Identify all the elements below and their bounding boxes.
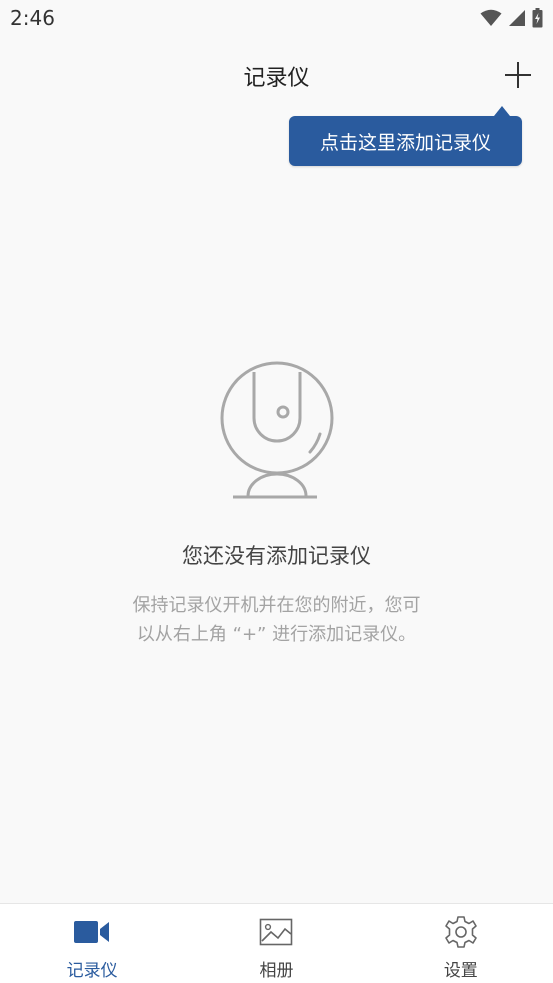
battery-charging-icon: [532, 8, 543, 28]
gear-icon: [445, 916, 477, 948]
status-bar: 2:46: [0, 0, 553, 38]
status-icons: [480, 8, 543, 28]
nav-label: 相册: [259, 961, 294, 981]
cellular-signal-icon: [508, 9, 526, 27]
screen: 2:46 记录仪 点击这里添加记录仪 您还没有添加记录仪 保持记录仪开机并在您的…: [0, 0, 553, 983]
add-device-button[interactable]: [501, 58, 535, 92]
page-title: 记录仪: [243, 66, 310, 91]
camera-empty-icon: [220, 361, 334, 499]
empty-state-description-line: 以从右上角 “+” 进行添加记录仪。: [136, 624, 417, 645]
empty-state-title: 您还没有添加记录仪: [182, 544, 371, 568]
add-device-tooltip: 点击这里添加记录仪: [289, 106, 522, 166]
nav-item-settings[interactable]: 设置: [369, 904, 553, 983]
status-time: 2:46: [10, 6, 55, 30]
nav-label: 设置: [443, 961, 478, 981]
video-camera-icon: [74, 921, 110, 943]
image-icon: [260, 918, 293, 946]
nav-label: 记录仪: [66, 961, 118, 981]
app-bar: 记录仪: [0, 38, 553, 110]
empty-state-description-line: 保持记录仪开机并在您的附近，您可: [132, 595, 421, 616]
nav-item-recorder[interactable]: 记录仪: [0, 904, 184, 983]
tooltip-text: 点击这里添加记录仪: [319, 131, 491, 154]
empty-state-description: 保持记录仪开机并在您的附近，您可 以从右上角 “+” 进行添加记录仪。: [96, 591, 457, 649]
plus-icon: [505, 62, 531, 88]
bottom-nav: 记录仪 相册 设置: [0, 903, 553, 983]
nav-item-album[interactable]: 相册: [184, 904, 368, 983]
wifi-icon: [480, 9, 502, 27]
